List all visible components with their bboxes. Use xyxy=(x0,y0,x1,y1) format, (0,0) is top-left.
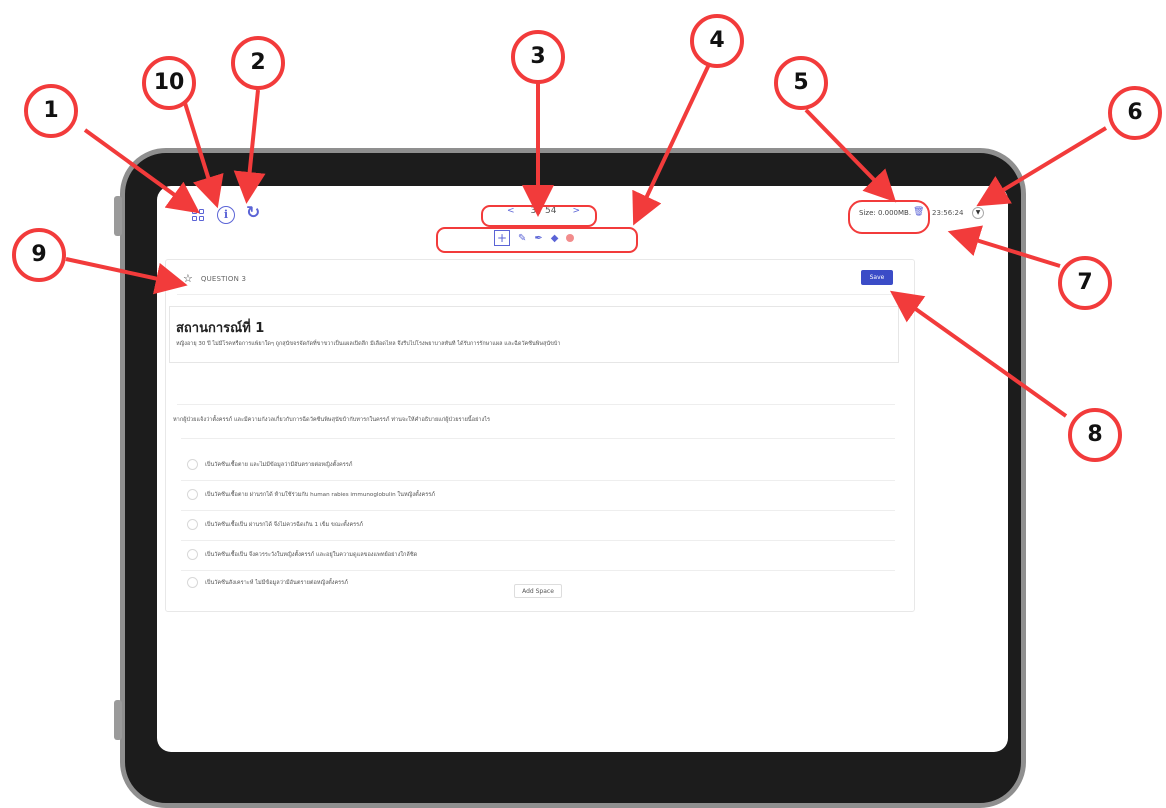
annotation-badge-2: 2 xyxy=(231,36,285,90)
annotation-arrows xyxy=(65,57,1108,418)
annotation-badge-5: 5 xyxy=(774,56,828,110)
annotation-badge-3: 3 xyxy=(511,30,565,84)
annotation-badge-9: 9 xyxy=(12,228,66,282)
annotation-badge-6: 6 xyxy=(1108,86,1162,140)
annotation-badge-4: 4 xyxy=(690,14,744,68)
annotation-badge-10: 10 xyxy=(142,56,196,110)
annotation-badge-7: 7 xyxy=(1058,256,1112,310)
annotation-badge-1: 1 xyxy=(24,84,78,138)
annotation-badge-8: 8 xyxy=(1068,408,1122,462)
